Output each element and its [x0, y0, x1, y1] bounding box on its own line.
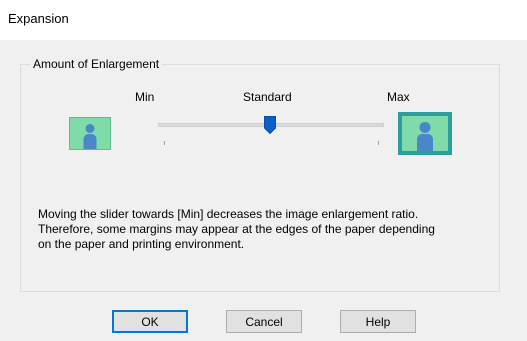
person-body — [417, 134, 433, 151]
slider-thumb-icon[interactable] — [264, 116, 276, 134]
person-body — [83, 134, 97, 149]
description-line: on the paper and printing environment. — [38, 237, 245, 251]
slider-tick-min — [164, 141, 165, 145]
title-bar: Expansion — [0, 0, 527, 40]
description-line: Therefore, some margins may appear at th… — [38, 222, 435, 236]
max-enlargement-image-icon — [398, 112, 452, 155]
dialog-body: Amount of Enlargement Min Standard Max M… — [0, 40, 527, 341]
group-label: Amount of Enlargement — [30, 57, 163, 71]
description-text: Moving the slider towards [Min] decrease… — [38, 207, 508, 252]
cancel-button[interactable]: Cancel — [226, 310, 302, 333]
description-line: Moving the slider towards [Min] decrease… — [38, 207, 419, 221]
slider-tick-max — [378, 141, 379, 145]
min-enlargement-image-icon — [69, 117, 111, 150]
person-head — [419, 122, 431, 133]
window-title: Expansion — [8, 11, 69, 26]
slider-min-label: Min — [135, 90, 155, 104]
ok-button[interactable]: OK — [112, 310, 188, 333]
slider-max-label: Max — [387, 90, 410, 104]
slider-standard-label: Standard — [243, 90, 292, 104]
help-button[interactable]: Help — [340, 310, 416, 333]
person-head — [85, 124, 95, 133]
